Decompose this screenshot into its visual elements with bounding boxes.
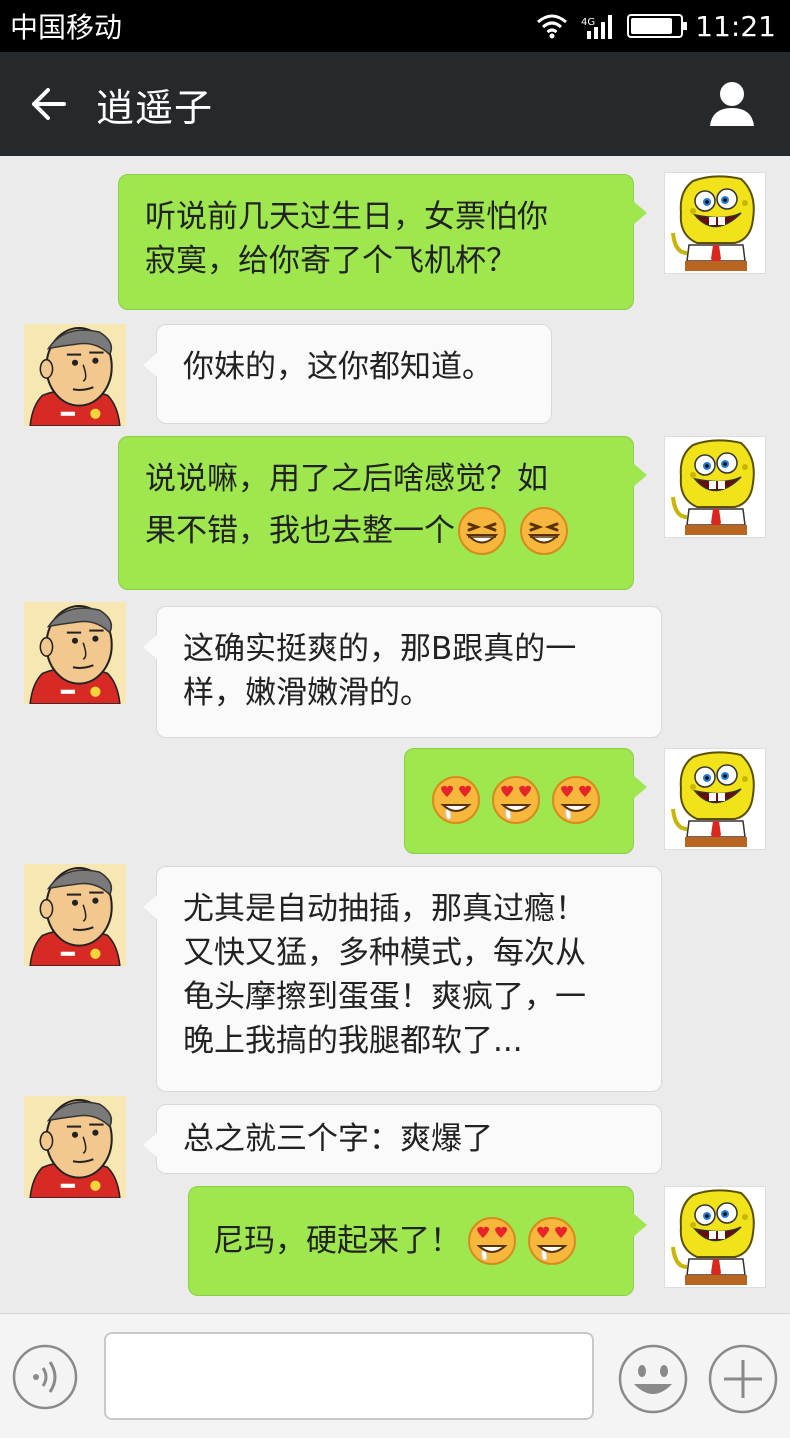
wifi-icon: [537, 14, 568, 39]
message-text: 说说嘛，用了之后啥感觉？如: [145, 461, 548, 497]
message-text: 龟头摩擦到蛋蛋！爽疯了，一: [183, 979, 586, 1015]
arrow-left-icon: [32, 88, 66, 120]
voice-icon: [12, 1344, 78, 1410]
self-avatar[interactable]: [664, 1186, 766, 1288]
chat-title: 逍遥子: [96, 85, 214, 130]
message-input[interactable]: [104, 1332, 594, 1420]
spongebob-avatar-icon: [665, 437, 765, 537]
heart-eyes-drool-emoji-icon: [431, 775, 481, 825]
status-icons: 4G 11:21: [535, 10, 776, 43]
carrier-label: 中国移动: [10, 11, 123, 44]
heart-eyes-drool-emoji-icon: [527, 1216, 577, 1266]
emoji-button[interactable]: [618, 1344, 688, 1414]
self-avatar[interactable]: [664, 436, 766, 538]
message-text: 你妹的，这你都知道。: [183, 349, 493, 385]
message-text: 总之就三个字：爽爆了: [183, 1121, 493, 1157]
self-avatar[interactable]: [664, 748, 766, 850]
message-bubble-outgoing[interactable]: [404, 748, 647, 854]
grin-emoji-icon: [519, 506, 569, 556]
message-text: 果不错，我也去整一个: [145, 513, 455, 549]
more-button[interactable]: [708, 1344, 778, 1414]
heart-eyes-drool-emoji-icon: [467, 1216, 517, 1266]
cartoon-boy-avatar-icon: [24, 1096, 126, 1198]
smiley-icon: [618, 1344, 688, 1414]
back-button[interactable]: [0, 52, 96, 156]
contact-avatar[interactable]: [24, 864, 126, 966]
message-text: 这确实挺爽的，那B跟真的一: [183, 631, 577, 667]
message-bubble-incoming[interactable]: 尤其是自动抽插，那真过瘾！ 又快又猛，多种模式，每次从 龟头摩擦到蛋蛋！爽疯了，…: [143, 866, 662, 1092]
message-text: 晚上我搞的我腿都软了...: [183, 1023, 523, 1059]
input-bar: [0, 1313, 790, 1438]
cartoon-boy-avatar-icon: [24, 864, 126, 966]
message-bubble-incoming[interactable]: 总之就三个字：爽爆了: [143, 1104, 662, 1174]
battery-level: [631, 18, 673, 34]
message-bubble-outgoing[interactable]: 说说嘛，用了之后啥感觉？如 果不错，我也去整一个: [118, 436, 647, 590]
message-text: 寂寞，给你寄了个飞机杯？: [145, 243, 517, 279]
spongebob-avatar-icon: [665, 173, 765, 273]
cartoon-boy-avatar-icon: [24, 324, 126, 426]
message-text: 尤其是自动抽插，那真过瘾！: [183, 891, 586, 927]
spongebob-avatar-icon: [665, 1187, 765, 1287]
message-text: 又快又猛，多种模式，每次从: [183, 935, 586, 971]
voice-button[interactable]: [12, 1344, 78, 1410]
message-bubble-incoming[interactable]: 你妹的，这你都知道。: [143, 324, 552, 424]
status-bar: 中国移动 4G 11:21: [0, 0, 790, 52]
person-icon: [710, 82, 754, 126]
contact-avatar[interactable]: [24, 324, 126, 426]
heart-eyes-drool-emoji-icon: [491, 775, 541, 825]
clock-label: 11:21: [695, 9, 776, 43]
message-bubble-incoming[interactable]: 这确实挺爽的，那B跟真的一 样，嫩滑嫩滑的。: [143, 606, 662, 738]
svg-text:4G: 4G: [581, 17, 595, 28]
battery-icon: [627, 14, 688, 38]
message-text: 听说前几天过生日，女票怕你: [145, 199, 548, 235]
message-list[interactable]: 听说前几天过生日，女票怕你 寂寞，给你寄了个飞机杯？ 你妹的，这你都知道。 说说…: [0, 156, 790, 1313]
message-bubble-outgoing[interactable]: 听说前几天过生日，女票怕你 寂寞，给你寄了个飞机杯？: [118, 174, 647, 310]
message-bubble-outgoing[interactable]: 尼玛，硬起来了！: [188, 1186, 647, 1296]
message-text: 样，嫩滑嫩滑的。: [183, 675, 431, 711]
signal-icon: 4G: [581, 15, 613, 39]
cartoon-boy-avatar-icon: [24, 602, 126, 704]
contact-avatar[interactable]: [24, 602, 126, 704]
profile-button[interactable]: [704, 76, 760, 132]
plus-icon: [708, 1344, 778, 1414]
self-avatar[interactable]: [664, 172, 766, 274]
grin-emoji-icon: [457, 506, 507, 556]
heart-eyes-drool-emoji-icon: [551, 775, 601, 825]
message-text: 尼玛，硬起来了！: [213, 1223, 461, 1259]
chat-header: 逍遥子: [0, 52, 790, 156]
spongebob-avatar-icon: [665, 749, 765, 849]
contact-avatar[interactable]: [24, 1096, 126, 1198]
